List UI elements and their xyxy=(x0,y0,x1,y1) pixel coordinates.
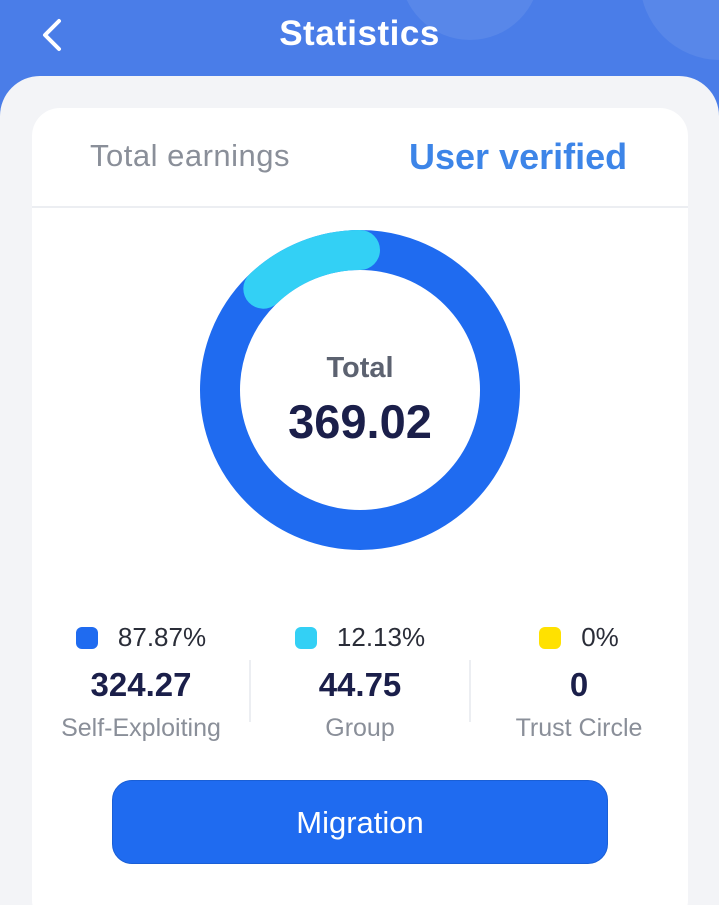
migration-button[interactable]: Migration xyxy=(112,780,608,864)
amount-value: 0 xyxy=(569,666,589,703)
stat-trust-circle: 0% 0 Trust Circle xyxy=(470,616,688,756)
category-label: Trust Circle xyxy=(515,714,643,742)
page-title: Statistics xyxy=(279,14,440,53)
tab-total-earnings[interactable]: Total earnings xyxy=(90,138,290,174)
tab-bar: Total earnings User verified xyxy=(32,108,688,208)
percent-value: 87.87% xyxy=(117,622,207,652)
stat-self-exploiting: 87.87% 324.27 Self-Exploiting xyxy=(32,616,250,756)
statistics-card: Total earnings User verified Total 369.0… xyxy=(32,108,688,905)
percent-value: 0% xyxy=(581,622,619,652)
tab-user-verified[interactable]: User verified xyxy=(409,136,627,178)
legend-dot xyxy=(75,626,98,649)
legend-dot xyxy=(294,626,317,649)
category-label: Group xyxy=(325,714,395,742)
stat-group: 12.13% 44.75 Group xyxy=(251,616,469,756)
amount-value: 324.27 xyxy=(90,666,192,703)
stats-row: 87.87% 324.27 Self-Exploiting 12.13% 44.… xyxy=(32,616,688,756)
total-label: Total xyxy=(326,352,394,384)
legend-dot xyxy=(539,626,562,649)
total-value: 369.02 xyxy=(288,395,432,448)
amount-value: 44.75 xyxy=(318,666,402,703)
percent-value: 12.13% xyxy=(336,622,426,652)
donut-chart: Total 369.02 xyxy=(200,230,520,550)
donut-slice-group xyxy=(243,230,380,309)
donut-svg xyxy=(200,230,520,550)
category-label: Self-Exploiting xyxy=(61,714,221,742)
